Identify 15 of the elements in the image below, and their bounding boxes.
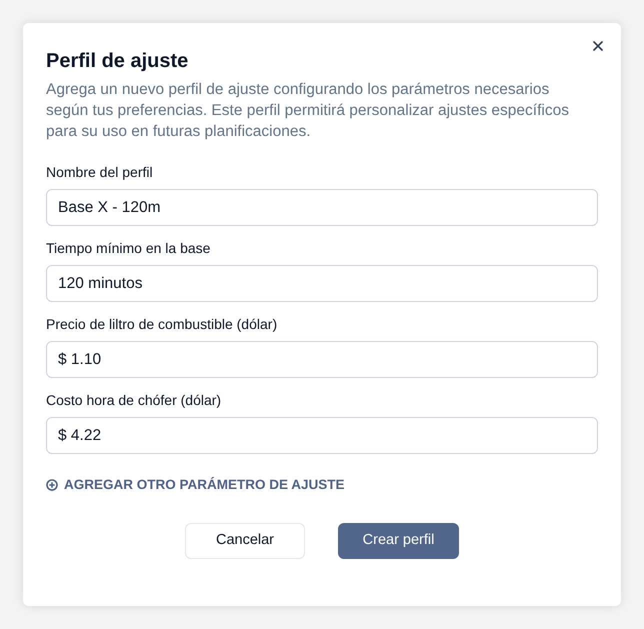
input-field[interactable]: $ 1.10: [46, 341, 598, 378]
dialog-description: Agrega un nuevo perfil de ajuste configurando los parámetros necesarios según tus preferencias. Este perfil permitirá personalizar ajustes específicos para su uso en futuras planificaciones.: [46, 80, 570, 142]
add-parameter-link[interactable]: AGREGAR OTRO PARÁMETRO DE AJUSTE: [46, 475, 345, 496]
field-label: Nombre del perfil: [46, 163, 154, 181]
field-label: Costo hora de chófer (dólar): [46, 391, 222, 409]
input-field[interactable]: Base X - 120m: [46, 189, 598, 226]
cancel-button[interactable]: Cancelar: [185, 523, 305, 560]
field-label: Tiempo mínimo en la base: [46, 239, 212, 257]
plus-circle-icon: [46, 479, 58, 492]
create-button[interactable]: Crear perfil: [338, 523, 459, 560]
close-icon[interactable]: [593, 41, 603, 51]
field-label: Precio de liltro de combustible (dólar): [46, 315, 278, 333]
input-field[interactable]: $ 4.22: [46, 417, 598, 454]
input-field[interactable]: 120 minutos: [46, 265, 598, 302]
dialog-title: Perfil de ajuste: [46, 49, 190, 74]
